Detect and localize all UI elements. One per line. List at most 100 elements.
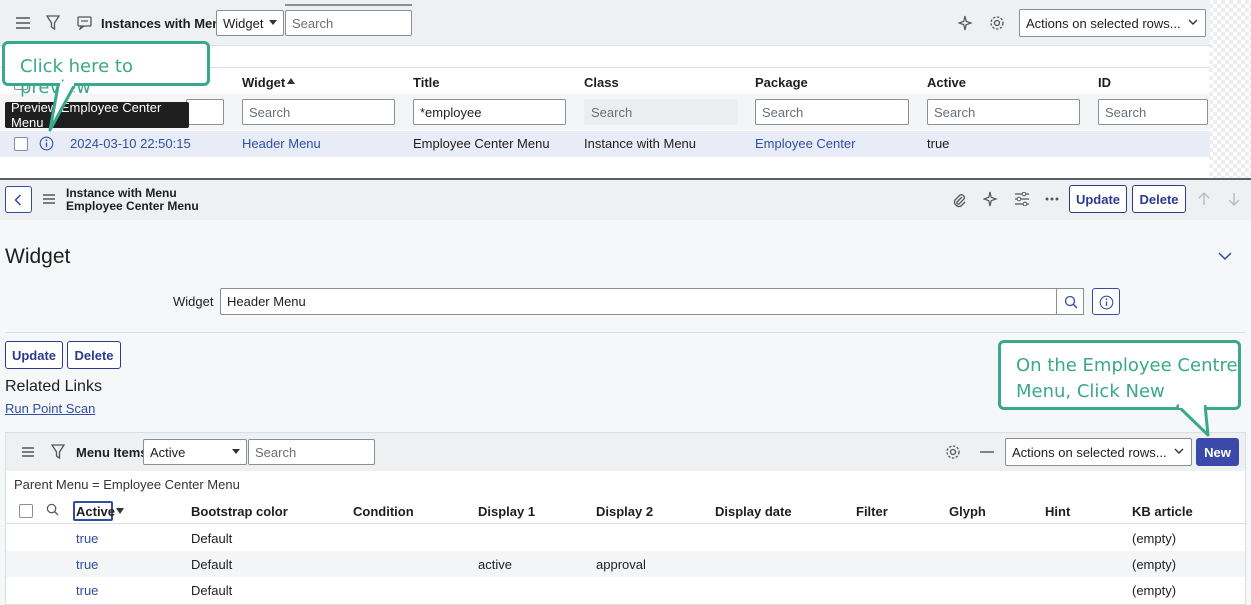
paperclip-icon[interactable] [952,192,966,208]
row-checkbox[interactable] [14,137,28,151]
row-active[interactable]: true [76,531,98,546]
new-callout-line1: On the Employee Centre [1016,355,1238,376]
column-header-bootstrap-color[interactable]: Bootstrap color [191,504,288,519]
column-header-active[interactable]: Active [76,504,115,519]
run-point-scan-link[interactable]: Run Point Scan [5,401,95,416]
search-icon[interactable] [46,503,59,516]
form-delete-button[interactable]: Delete [67,341,121,369]
row-title: Employee Center Menu [413,136,550,151]
chevron-left-icon [14,194,22,206]
hamburger-icon[interactable] [15,16,31,30]
gear-icon[interactable] [989,15,1005,31]
widget-search-input[interactable] [242,99,395,125]
new-callout-pointer [1175,404,1210,437]
new-button[interactable]: New [1196,438,1239,466]
column-header-active[interactable]: Active [927,75,966,90]
row-kb-article: (empty) [1132,531,1177,546]
related-actions-select[interactable]: Actions on selected rows... [1005,438,1192,466]
row-kb-article: (empty) [1132,583,1177,598]
column-header-package[interactable]: Package [755,75,808,90]
caret-down-icon [269,20,277,25]
related-filter-value: Active [150,444,186,460]
header-delete-button[interactable]: Delete [1132,185,1186,213]
column-header-glyph[interactable]: Glyph [949,504,986,519]
widget-lookup-button[interactable] [1056,288,1084,315]
class-search-input[interactable] [584,99,738,125]
form-update-button[interactable]: Update [5,341,63,369]
preview-tooltip: Preview Employee Center Menu [5,100,189,130]
preview-callout-pointer [48,86,76,132]
row-active[interactable]: true [76,583,98,598]
arrow-down-icon[interactable] [1228,192,1240,206]
form-record-type: Instance with Menu [66,186,177,200]
row-class: Instance with Menu [584,136,697,151]
chevron-down-icon [1188,19,1198,26]
new-callout: On the Employee Centre Menu, Click New [998,340,1241,410]
minus-icon[interactable] [980,451,994,453]
hamburger-icon[interactable] [42,193,56,205]
comment-icon[interactable] [77,16,92,30]
filter-field-select[interactable]: Widget [216,10,284,36]
related-filter-select[interactable]: Active [143,439,247,465]
actions-select-value: Actions on selected rows... [1026,15,1181,31]
screenshot-edge [1209,0,1251,178]
sliders-icon[interactable] [1014,192,1030,206]
sparkle-icon[interactable] [983,191,999,207]
arrow-up-icon[interactable] [1198,192,1210,206]
related-select-all-checkbox[interactable] [19,504,33,518]
column-header-kb-article[interactable]: KB article [1132,504,1193,519]
section-title: Widget [5,245,71,268]
widget-field-label: Widget [173,294,214,309]
chevron-down-icon[interactable] [1218,252,1232,261]
column-header-title[interactable]: Title [413,75,440,90]
gear-icon[interactable] [945,444,961,460]
widget-reference-input[interactable] [220,288,1057,315]
back-button[interactable] [5,186,32,213]
column-header-id[interactable]: ID [1098,75,1111,90]
title-search-input[interactable] [413,99,566,125]
column-header-hint[interactable]: Hint [1045,504,1070,519]
active-search-input[interactable] [927,99,1080,125]
more-icon[interactable] [1045,197,1059,201]
sort-asc-icon [287,78,295,84]
column-header-display-1[interactable]: Display 1 [478,504,535,519]
row-display-1: active [478,557,512,572]
row-updated[interactable]: 2024-03-10 22:50:15 [70,136,191,151]
row-bootstrap-color: Default [191,583,233,598]
related-list-title: Menu Items [76,445,148,460]
preview-callout: Click here to preview [2,41,210,98]
sort-desc-icon [116,508,124,514]
hamburger-icon[interactable] [21,446,35,458]
column-header-display-date[interactable]: Display date [715,504,792,519]
info-preview-icon[interactable] [39,136,54,151]
row-kb-article: (empty) [1132,557,1177,572]
related-search-input[interactable] [248,439,375,465]
column-header-class[interactable]: Class [584,75,619,90]
package-search-input[interactable] [755,99,909,125]
related-breadcrumb[interactable]: Parent Menu = Employee Center Menu [14,477,240,492]
sparkle-icon[interactable] [958,15,974,31]
widget-info-button[interactable] [1092,288,1120,315]
related-links-title: Related Links [5,378,102,395]
filter-icon[interactable] [46,15,60,31]
filter-icon[interactable] [51,444,65,460]
column-header-condition[interactable]: Condition [353,504,414,519]
column-header-display-2[interactable]: Display 2 [596,504,653,519]
header-update-button[interactable]: Update [1069,185,1127,213]
form-divider [5,332,1246,333]
row-active[interactable]: true [76,557,98,572]
search-icon [1064,295,1078,309]
list-search-input[interactable] [285,10,412,36]
row-bootstrap-color: Default [191,557,233,572]
row-package[interactable]: Employee Center [755,136,855,151]
caret-down-icon [232,449,240,454]
form-record-name: Employee Center Menu [66,199,199,213]
row-widget[interactable]: Header Menu [242,136,321,151]
preview-tooltip-text: Preview Employee Center Menu [11,100,162,130]
updated-search-input[interactable] [186,99,224,125]
new-callout-line2: Menu, Click New [1016,381,1165,402]
id-search-input[interactable] [1098,99,1208,125]
column-header-widget[interactable]: Widget [242,75,285,90]
column-header-filter[interactable]: Filter [856,504,888,519]
actions-select[interactable]: Actions on selected rows... [1019,9,1206,37]
